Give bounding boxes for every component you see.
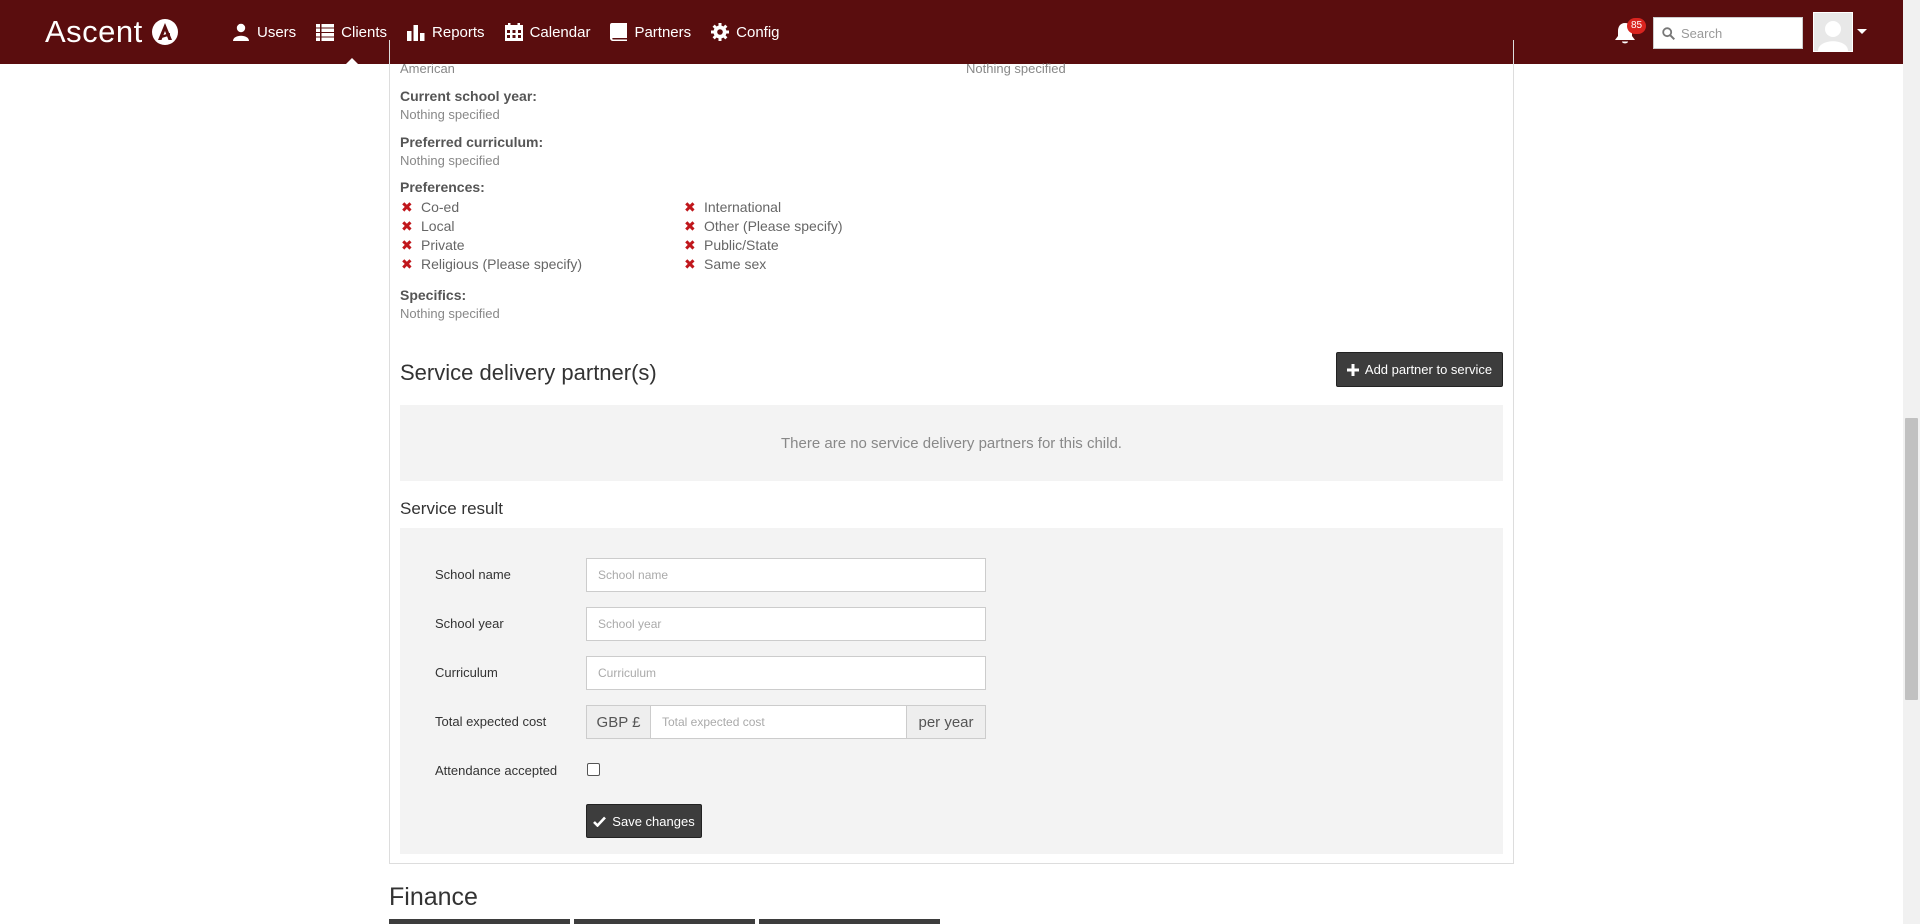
preferences-column-1: ✖ Co-ed ✖ Local ✖ Private ✖ Religious (Pleas… [401, 197, 582, 273]
curriculum-label: Curriculum [435, 665, 498, 680]
cross-icon: ✖ [684, 255, 696, 272]
cross-icon: ✖ [684, 236, 696, 253]
specifics-label: Specifics: [400, 287, 467, 303]
preference-label: Local [421, 217, 455, 234]
nav-item-label: Reports [432, 23, 485, 41]
search-input[interactable] [1681, 25, 1791, 41]
nav-item-label: Users [257, 23, 297, 41]
bar-chart-icon [407, 25, 425, 41]
preferences-label: Preferences: [400, 179, 485, 195]
finance-tab-1[interactable] [389, 919, 570, 924]
navbar-search [1653, 17, 1803, 49]
cross-icon: ✖ [684, 198, 696, 215]
current-school-year-label: Current school year: [400, 88, 537, 104]
nav-item-label: Config [736, 23, 780, 41]
cross-icon: ✖ [684, 217, 696, 234]
book-icon [610, 23, 628, 41]
brand-logo-link[interactable]: Ascent [45, 0, 179, 64]
scrollbar-thumb[interactable] [1905, 418, 1918, 700]
school-name-label: School name [435, 567, 511, 582]
finance-tab-3[interactable] [759, 919, 940, 924]
save-changes-label: Save changes [612, 813, 695, 829]
nav-item-label: Partners [634, 23, 692, 41]
notifications-count-badge: 85 [1627, 18, 1646, 34]
nav-item-label: Calendar [529, 23, 591, 41]
empty-partners-message: There are no service delivery partners f… [400, 405, 1503, 481]
school-name-input[interactable] [586, 558, 986, 592]
preferred-curriculum-label: Preferred curriculum: [400, 134, 544, 150]
preferred-curriculum-value: Nothing specified [400, 153, 500, 168]
nav-item-clients[interactable]: Clients [306, 0, 397, 65]
empty-partners-text: There are no service delivery partners f… [781, 434, 1122, 452]
user-menu-caret-icon[interactable] [1857, 29, 1867, 34]
finance-title: Finance [389, 883, 478, 911]
preference-label: Co-ed [421, 198, 460, 215]
total-cost-input[interactable] [650, 705, 907, 739]
save-changes-button[interactable]: Save changes [586, 804, 702, 838]
preference-label: Other (Please specify) [704, 217, 843, 234]
per-year-suffix: per year [906, 705, 986, 739]
calendar-icon [504, 23, 523, 41]
add-partner-button[interactable]: Add partner to service [1336, 352, 1503, 387]
brand-name: Ascent [45, 14, 143, 49]
curriculum-input[interactable] [586, 656, 986, 690]
search-icon [1662, 26, 1675, 40]
preference-item: ✖ Private [401, 235, 582, 254]
preference-label: Same sex [704, 255, 767, 272]
school-year-input[interactable] [586, 607, 986, 641]
service-result-title: Service result [400, 499, 503, 518]
preferences-column-2: ✖ International ✖ Other (Please specify) ✖… [684, 197, 843, 273]
service-delivery-title: Service delivery partner(s) [400, 360, 657, 385]
user-avatar[interactable] [1813, 12, 1853, 52]
checkmark-icon [593, 816, 607, 827]
currency-prefix: GBP £ [586, 705, 651, 739]
avatar-silhouette-icon [1818, 21, 1848, 51]
cross-icon: ✖ [401, 217, 413, 234]
preference-label: Religious (Please specify) [421, 255, 583, 272]
gear-icon [711, 23, 730, 41]
preference-item: ✖ Same sex [684, 254, 843, 273]
preference-item: ✖ International [684, 197, 843, 216]
preference-label: International [704, 198, 782, 215]
school-year-label: School year [435, 616, 504, 631]
preference-item: ✖ Public/State [684, 235, 843, 254]
preference-item: ✖ Co-ed [401, 197, 582, 216]
cross-icon: ✖ [401, 236, 413, 253]
add-partner-label: Add partner to service [1364, 362, 1493, 377]
right-column-value: Nothing specified [966, 61, 1066, 76]
list-icon [316, 23, 335, 41]
nav-item-users[interactable]: Users [222, 0, 306, 64]
cross-icon: ✖ [401, 255, 413, 272]
specifics-value: Nothing specified [400, 306, 500, 321]
preference-item: ✖ Religious (Please specify) [401, 254, 582, 273]
nationality-value: American [400, 61, 455, 76]
preference-label: Public/State [704, 236, 779, 253]
preference-label: Private [421, 236, 465, 253]
nav-item-label: Clients [341, 23, 388, 41]
attendance-checkbox[interactable] [587, 763, 600, 776]
cross-icon: ✖ [401, 198, 413, 215]
total-cost-label: Total expected cost [435, 714, 547, 729]
current-school-year-value: Nothing specified [400, 107, 500, 122]
plus-icon [1346, 363, 1359, 376]
finance-tab-2[interactable] [574, 919, 755, 924]
ascent-logo-icon [151, 18, 179, 46]
preference-item: ✖ Other (Please specify) [684, 216, 843, 235]
preference-item: ✖ Local [401, 216, 582, 235]
user-icon [233, 23, 249, 41]
attendance-label: Attendance accepted [435, 763, 558, 778]
